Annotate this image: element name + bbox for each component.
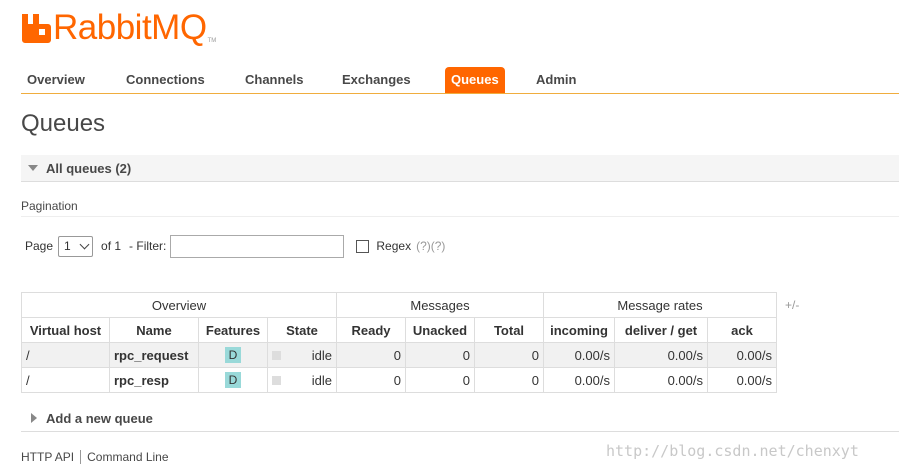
cell-incoming: 0.00/s (543, 367, 615, 393)
pagination-controls: Page 1 of 1 - Filter: Regex (?)(?) (25, 234, 445, 258)
page-label: Page (25, 239, 54, 253)
col-features[interactable]: Features (198, 317, 268, 343)
regex-help-link[interactable]: (?)(?) (416, 239, 445, 253)
col-ack[interactable]: ack (707, 317, 777, 343)
columns-toggle[interactable]: +/- (785, 298, 799, 312)
cell-unacked: 0 (405, 367, 475, 393)
state-label: idle (311, 347, 332, 363)
col-ready[interactable]: Ready (336, 317, 406, 343)
cell-ack: 0.00/s (707, 342, 777, 368)
group-overview: Overview (21, 292, 337, 318)
brand-name: RabbitMQ (53, 8, 207, 47)
footer: HTTP API Command Line (21, 450, 169, 464)
page-select-value: 1 (64, 239, 71, 253)
page-select[interactable]: 1 (58, 235, 94, 257)
tab-connections[interactable]: Connections (120, 67, 211, 93)
regex-checkbox[interactable] (356, 239, 370, 253)
state-label: idle (311, 372, 332, 388)
chevron-down-icon (79, 239, 90, 249)
cell-deliver-get: 0.00/s (614, 342, 708, 368)
http-api-link[interactable]: HTTP API (21, 450, 74, 464)
durable-badge: D (224, 347, 242, 363)
add-queue-label: Add a new queue (46, 410, 153, 426)
cell-total: 0 (474, 367, 544, 393)
queue-name-link[interactable]: rpc_request (109, 342, 199, 368)
cell-unacked: 0 (405, 342, 475, 368)
rabbitmq-logo-icon (22, 14, 51, 43)
expand-arrow-icon (31, 413, 37, 423)
cell-ack: 0.00/s (707, 367, 777, 393)
table-row[interactable]: / rpc_resp D idle 0 0 0 0.00/s 0.00/s 0.… (21, 367, 777, 393)
col-unacked[interactable]: Unacked (405, 317, 475, 343)
cell-state: idle (267, 342, 337, 368)
pagination-divider (21, 216, 899, 217)
tab-channels[interactable]: Channels (239, 67, 310, 93)
add-queue-header[interactable]: Add a new queue (21, 405, 899, 431)
col-total[interactable]: Total (474, 317, 544, 343)
pagination-label[interactable]: Pagination (21, 199, 78, 213)
tab-queues[interactable]: Queues (445, 67, 505, 93)
filter-label: - Filter: (129, 239, 167, 253)
col-incoming[interactable]: incoming (543, 317, 615, 343)
state-idle-icon (272, 375, 281, 385)
rabbitmq-logo: RabbitMQ TM (21, 8, 216, 48)
col-deliver-get[interactable]: deliver / get (614, 317, 708, 343)
tab-exchanges[interactable]: Exchanges (336, 67, 417, 93)
main-nav: Overview Connections Channels Exchanges … (21, 67, 899, 94)
state-idle-icon (272, 350, 281, 360)
queue-name-link[interactable]: rpc_resp (109, 367, 199, 393)
tab-admin[interactable]: Admin (530, 67, 582, 93)
filter-input[interactable] (170, 234, 345, 258)
cell-total: 0 (474, 342, 544, 368)
col-state[interactable]: State (267, 317, 337, 343)
cell-state: idle (267, 367, 337, 393)
cell-incoming: 0.00/s (543, 342, 615, 368)
col-name[interactable]: Name (109, 317, 199, 343)
page-title: Queues (21, 110, 106, 137)
footer-divider (21, 431, 899, 432)
cell-vhost: / (21, 342, 110, 368)
queues-table: Overview Messages Message rates Virtual … (21, 292, 777, 393)
group-message-rates: Message rates (543, 292, 777, 318)
cell-deliver-get: 0.00/s (614, 367, 708, 393)
cell-features: D (198, 342, 268, 368)
page-of-label: of 1 (101, 239, 122, 253)
cell-vhost: / (21, 367, 110, 393)
cell-ready: 0 (336, 367, 406, 393)
brand-tm: TM (207, 38, 217, 44)
command-line-link[interactable]: Command Line (87, 450, 168, 464)
collapse-arrow-icon (28, 165, 38, 171)
regex-label: Regex (376, 239, 412, 253)
cell-ready: 0 (336, 342, 406, 368)
col-virtual-host[interactable]: Virtual host (21, 317, 110, 343)
table-row[interactable]: / rpc_request D idle 0 0 0 0.00/s 0.00/s… (21, 342, 777, 368)
footer-separator (80, 450, 82, 464)
tab-overview[interactable]: Overview (21, 67, 91, 93)
durable-badge: D (224, 372, 242, 388)
all-queues-header[interactable]: All queues (2) (21, 155, 899, 182)
all-queues-label: All queues (2) (46, 160, 132, 176)
table-column-header: Virtual host Name Features State Ready U… (21, 317, 777, 343)
watermark: http://blog.csdn.net/chenxyt (606, 442, 859, 460)
group-messages: Messages (336, 292, 544, 318)
cell-features: D (198, 367, 268, 393)
table-group-header: Overview Messages Message rates (21, 292, 777, 318)
